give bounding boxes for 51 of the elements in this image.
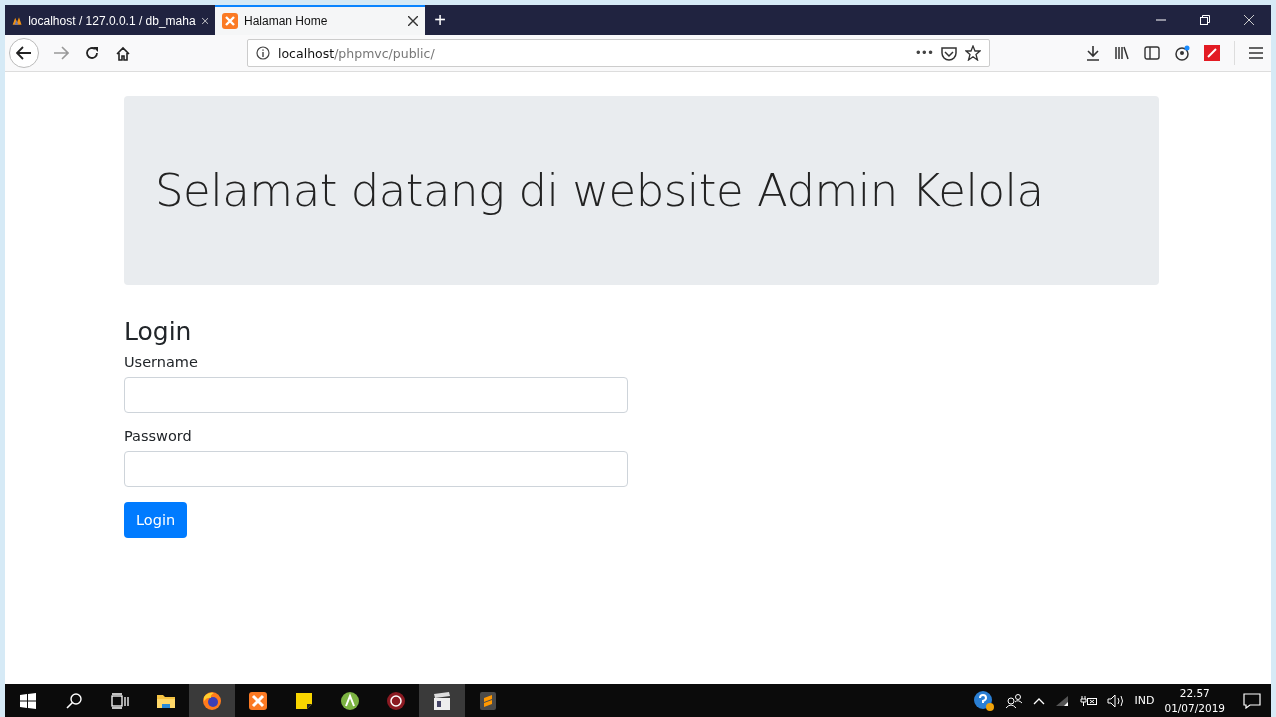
new-tab-button[interactable]: +: [425, 5, 455, 35]
menu-icon[interactable]: [1249, 47, 1263, 59]
url-text: localhost/phpmvc/public/: [278, 45, 436, 61]
windows-logo-icon: [20, 692, 36, 709]
input-field[interactable]: [124, 451, 628, 487]
input-field[interactable]: [124, 377, 628, 413]
welcome-heading: Selamat datang di website Admin Kelola: [155, 164, 1044, 217]
search-icon: [66, 692, 82, 709]
browser-tab[interactable]: localhost / 127.0.0.1 / db_maha: [5, 5, 215, 35]
download-icon[interactable]: [1086, 45, 1100, 61]
notification-icon[interactable]: [1243, 692, 1261, 709]
browser-tab[interactable]: Halaman Home: [215, 5, 425, 35]
extension-icon[interactable]: [1204, 45, 1220, 61]
power-icon[interactable]: [1078, 694, 1097, 707]
xampp-icon: [248, 690, 268, 711]
task-view-icon: [111, 692, 129, 709]
login-heading: Login: [124, 317, 193, 346]
sublime-icon: [478, 690, 498, 711]
info-icon: [256, 46, 270, 60]
clapperboard-icon: [432, 690, 452, 711]
forward-arrow-icon[interactable]: [53, 46, 69, 60]
reload-icon[interactable]: [85, 46, 99, 60]
field-label: Username: [124, 354, 199, 370]
tab-title: Halaman Home: [244, 14, 329, 28]
taskbar-app-button[interactable]: [189, 684, 235, 717]
sticky-note-icon: [294, 690, 314, 711]
login-button[interactable]: Login: [124, 502, 188, 538]
tab-favicon-icon: [222, 13, 238, 29]
chevron-up-icon[interactable]: [1032, 696, 1045, 705]
firefox-icon: [202, 690, 222, 711]
back-arrow-icon: [16, 46, 32, 60]
page-actions-button[interactable]: •••: [914, 46, 933, 60]
help-icon[interactable]: [972, 689, 995, 712]
tab-title: localhost / 127.0.0.1 / db_maha: [28, 14, 196, 28]
volume-icon[interactable]: [1106, 693, 1125, 708]
close-icon[interactable]: [408, 16, 418, 26]
field-label: Password: [124, 428, 193, 444]
sidebar-icon[interactable]: [1144, 46, 1160, 60]
language-indicator[interactable]: IND: [1134, 694, 1155, 707]
restore-icon[interactable]: [1200, 15, 1210, 25]
record-icon: [386, 690, 406, 711]
address-bar[interactable]: localhost/phpmvc/public/ •••: [247, 39, 990, 67]
account-icon[interactable]: [1174, 45, 1190, 61]
star-icon[interactable]: [965, 45, 981, 61]
home-icon[interactable]: [115, 45, 131, 61]
back-button[interactable]: [9, 38, 39, 68]
pocket-icon[interactable]: [941, 45, 957, 61]
library-icon[interactable]: [1114, 46, 1130, 60]
people-icon[interactable]: [1004, 692, 1023, 709]
taskbar-app-button[interactable]: [419, 684, 465, 717]
taskbar-clock[interactable]: 22.57 01/07/2019: [1164, 685, 1225, 716]
